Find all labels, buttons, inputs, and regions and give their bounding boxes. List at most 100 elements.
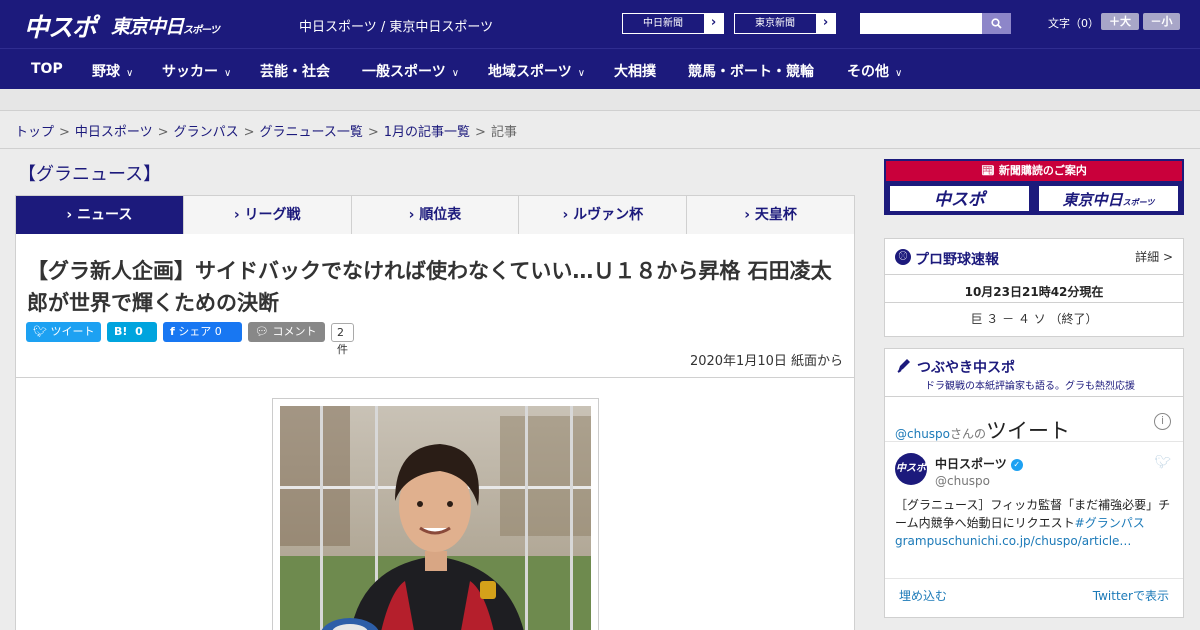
tweet-label: ツイート <box>50 325 95 338</box>
tweet-account-handle[interactable]: @chuspo <box>935 474 990 488</box>
nav-sumo[interactable]: 大相撲 <box>614 61 656 81</box>
chunichi-shimbun-link[interactable]: 中日新聞 › <box>622 13 724 34</box>
breadcrumb-grampus[interactable]: グランパス <box>174 125 239 140</box>
chunichi-shimbun-label: 中日新聞 <box>643 18 683 29</box>
search-button[interactable] <box>982 13 1011 34</box>
facebook-share-label: シェア 0 <box>178 325 222 338</box>
pen-icon <box>897 359 910 373</box>
chevron-down-icon: ∨ <box>577 68 586 79</box>
sub-bar <box>0 89 1200 111</box>
nav-top-label: TOP <box>31 61 63 77</box>
score-timestamp: 10月23日21時42分現在 <box>964 285 1104 299</box>
divider <box>885 302 1183 303</box>
subscription-banner[interactable]: 📰︎ 新聞購読のご案内 中スポ 東京中日スポーツ <box>884 159 1184 215</box>
breadcrumb-gra-news-list[interactable]: グラニュース一覧 <box>260 125 363 140</box>
tab-news[interactable]: › ニュース <box>16 196 184 241</box>
baseball-scores-panel: ⚾︎ プロ野球速報 詳細 > 10月23日21時42分現在 巨 ３ － ４ ソ … <box>884 238 1184 337</box>
twitter-handle-suffix: さんの <box>950 427 987 441</box>
comment-count: 2件 <box>331 323 354 356</box>
view-on-twitter-link[interactable]: Twitterで表示 <box>1093 587 1169 604</box>
nav-entertainment[interactable]: 芸能・社会 <box>260 61 330 81</box>
comment-icon: 💬︎ <box>255 325 269 338</box>
baseball-icon: ⚾︎ <box>895 249 911 265</box>
tab-standings[interactable]: › 順位表 <box>351 196 520 234</box>
game-score[interactable]: 巨 ３ － ４ ソ （終了） <box>885 310 1183 327</box>
tab-emperors-cup-label: 天皇杯 <box>754 207 797 223</box>
tab-league[interactable]: › リーグ戦 <box>183 196 352 234</box>
divider <box>885 578 1183 579</box>
nav-soccer[interactable]: サッカー ∨ <box>162 61 231 81</box>
nav-local-sports-label: 地域スポーツ <box>488 64 572 80</box>
font-size-label: 文字（0） <box>1048 17 1099 30</box>
comment-button[interactable]: 💬︎ コメント <box>248 322 325 342</box>
breadcrumb-january-articles[interactable]: 1月の記事一覧 <box>384 125 470 140</box>
nav-general-sports-label: 一般スポーツ <box>362 64 446 80</box>
font-larger-button[interactable]: ＋大 <box>1101 13 1139 30</box>
chevron-down-icon: ∨ <box>126 68 134 79</box>
tweet-hashtag[interactable]: #グランパス <box>1075 516 1145 530</box>
tab-emperors-cup[interactable]: › 天皇杯 <box>687 196 854 234</box>
twitter-bird-icon[interactable]: 🐦︎ <box>1154 455 1171 470</box>
font-smaller-button[interactable]: －小 <box>1143 13 1180 30</box>
section-tabs: › ニュース › リーグ戦 › 順位表 › ルヴァン杯 › 天皇杯 <box>15 195 855 241</box>
divider <box>885 441 1183 442</box>
nav-local-sports[interactable]: 地域スポーツ ∨ <box>488 61 585 81</box>
breadcrumb-top[interactable]: トップ <box>15 125 54 140</box>
section-heading: 【グラニュース】 <box>18 164 162 185</box>
info-icon[interactable]: i <box>1154 413 1171 430</box>
tweet-account-name-label: 中日スポーツ <box>935 457 1007 471</box>
twitter-panel-header: つぶやき中スポ ドラ観戦の本紙評論家も語る。グラも熱烈応援 <box>885 349 1183 397</box>
nav-other-label: その他 <box>847 64 889 80</box>
nav-baseball-label: 野球 <box>92 64 120 80</box>
tweet-account-name[interactable]: 中日スポーツ ✓ <box>935 455 1023 472</box>
nav-racing[interactable]: 競馬・ボート・競輪 <box>688 61 814 81</box>
avatar[interactable]: 中スポ <box>895 453 927 485</box>
article-photo-frame <box>272 398 599 630</box>
breadcrumb-separator: > <box>59 125 70 140</box>
breadcrumb: トップ > 中日スポーツ > グランパス > グラニュース一覧 >1月の記事一覧 > 記事 <box>15 121 517 140</box>
site-title[interactable]: 中日スポーツ / 東京中日スポーツ <box>299 16 493 35</box>
article-date: 2020年1月10日 紙面から <box>689 354 843 369</box>
tokyo-chunichi-logo[interactable]: 東京中日スポーツ <box>111 12 220 39</box>
facebook-icon: f <box>170 325 175 338</box>
tweet-button[interactable]: 🐦︎ ツイート <box>26 322 101 342</box>
tokyo-logo-sub: スポーツ <box>183 25 220 36</box>
tweet-link[interactable]: grampuschunichi.co.jp/chuspo/article… <box>895 534 1131 548</box>
chevron-right-icon: › <box>816 14 835 33</box>
chuspo-logo[interactable]: 中スポ <box>24 8 97 44</box>
twitter-icon: 🐦︎ <box>33 325 47 338</box>
divider <box>0 148 1200 149</box>
nav-baseball[interactable]: 野球 ∨ <box>92 61 133 81</box>
tokyo-shimbun-link[interactable]: 東京新聞 › <box>734 13 836 34</box>
nav-general-sports[interactable]: 一般スポーツ ∨ <box>362 61 459 81</box>
search-icon <box>991 18 1002 29</box>
baseball-panel-header: ⚾︎ プロ野球速報 詳細 > <box>885 239 1183 275</box>
embed-link[interactable]: 埋め込む <box>899 587 947 604</box>
nav-top[interactable]: TOP <box>31 61 63 77</box>
tab-levain-cup[interactable]: › ルヴァン杯 <box>519 196 688 234</box>
nav-other[interactable]: その他 ∨ <box>847 61 902 81</box>
baseball-panel-title: プロ野球速報 <box>915 252 999 268</box>
article-photo[interactable] <box>280 406 591 630</box>
tokyo-chunichi-subscribe-button[interactable]: 東京中日スポーツ <box>1037 184 1180 213</box>
chevron-down-icon: ∨ <box>895 68 903 79</box>
nav-soccer-label: サッカー <box>162 64 218 80</box>
tab-levain-cup-label: ルヴァン杯 <box>573 207 644 223</box>
twitter-handle-link[interactable]: @chuspo <box>895 427 950 441</box>
hatena-bookmark-button[interactable]: B! 0 <box>107 322 157 342</box>
breadcrumb-separator: > <box>157 125 169 140</box>
facebook-share-button[interactable]: f シェア 0 <box>163 322 242 342</box>
article-title: 【グラ新人企画】サイドバックでなければ使わなくていい…Ｕ１８から昇格 石田凌太郎… <box>27 259 832 315</box>
baseball-detail-link[interactable]: 詳細 > <box>1135 248 1173 265</box>
breadcrumb-chunichi-sports[interactable]: 中日スポーツ <box>75 125 153 140</box>
breadcrumb-separator: > <box>475 125 486 140</box>
subscription-heading-label: 新聞購読のご案内 <box>998 164 1087 177</box>
article: 【グラ新人企画】サイドバックでなければ使わなくていい…Ｕ１８から昇格 石田凌太郎… <box>15 234 855 630</box>
tweet-text: ［グラニュース］フィッカ監督「まだ補強必要」チーム内競争へ始動日にリクエスト#グ… <box>895 496 1175 550</box>
nav-racing-label: 競馬・ボート・競輪 <box>688 64 814 80</box>
tab-news-label: ニュース <box>77 207 133 223</box>
twitter-panel-subtitle: ドラ観戦の本紙評論家も語る。グラも熱烈応援 <box>925 381 1135 392</box>
search-input[interactable] <box>860 13 982 34</box>
chuspo-subscribe-button[interactable]: 中スポ <box>888 184 1031 213</box>
hatena-icon: B! <box>114 325 128 338</box>
